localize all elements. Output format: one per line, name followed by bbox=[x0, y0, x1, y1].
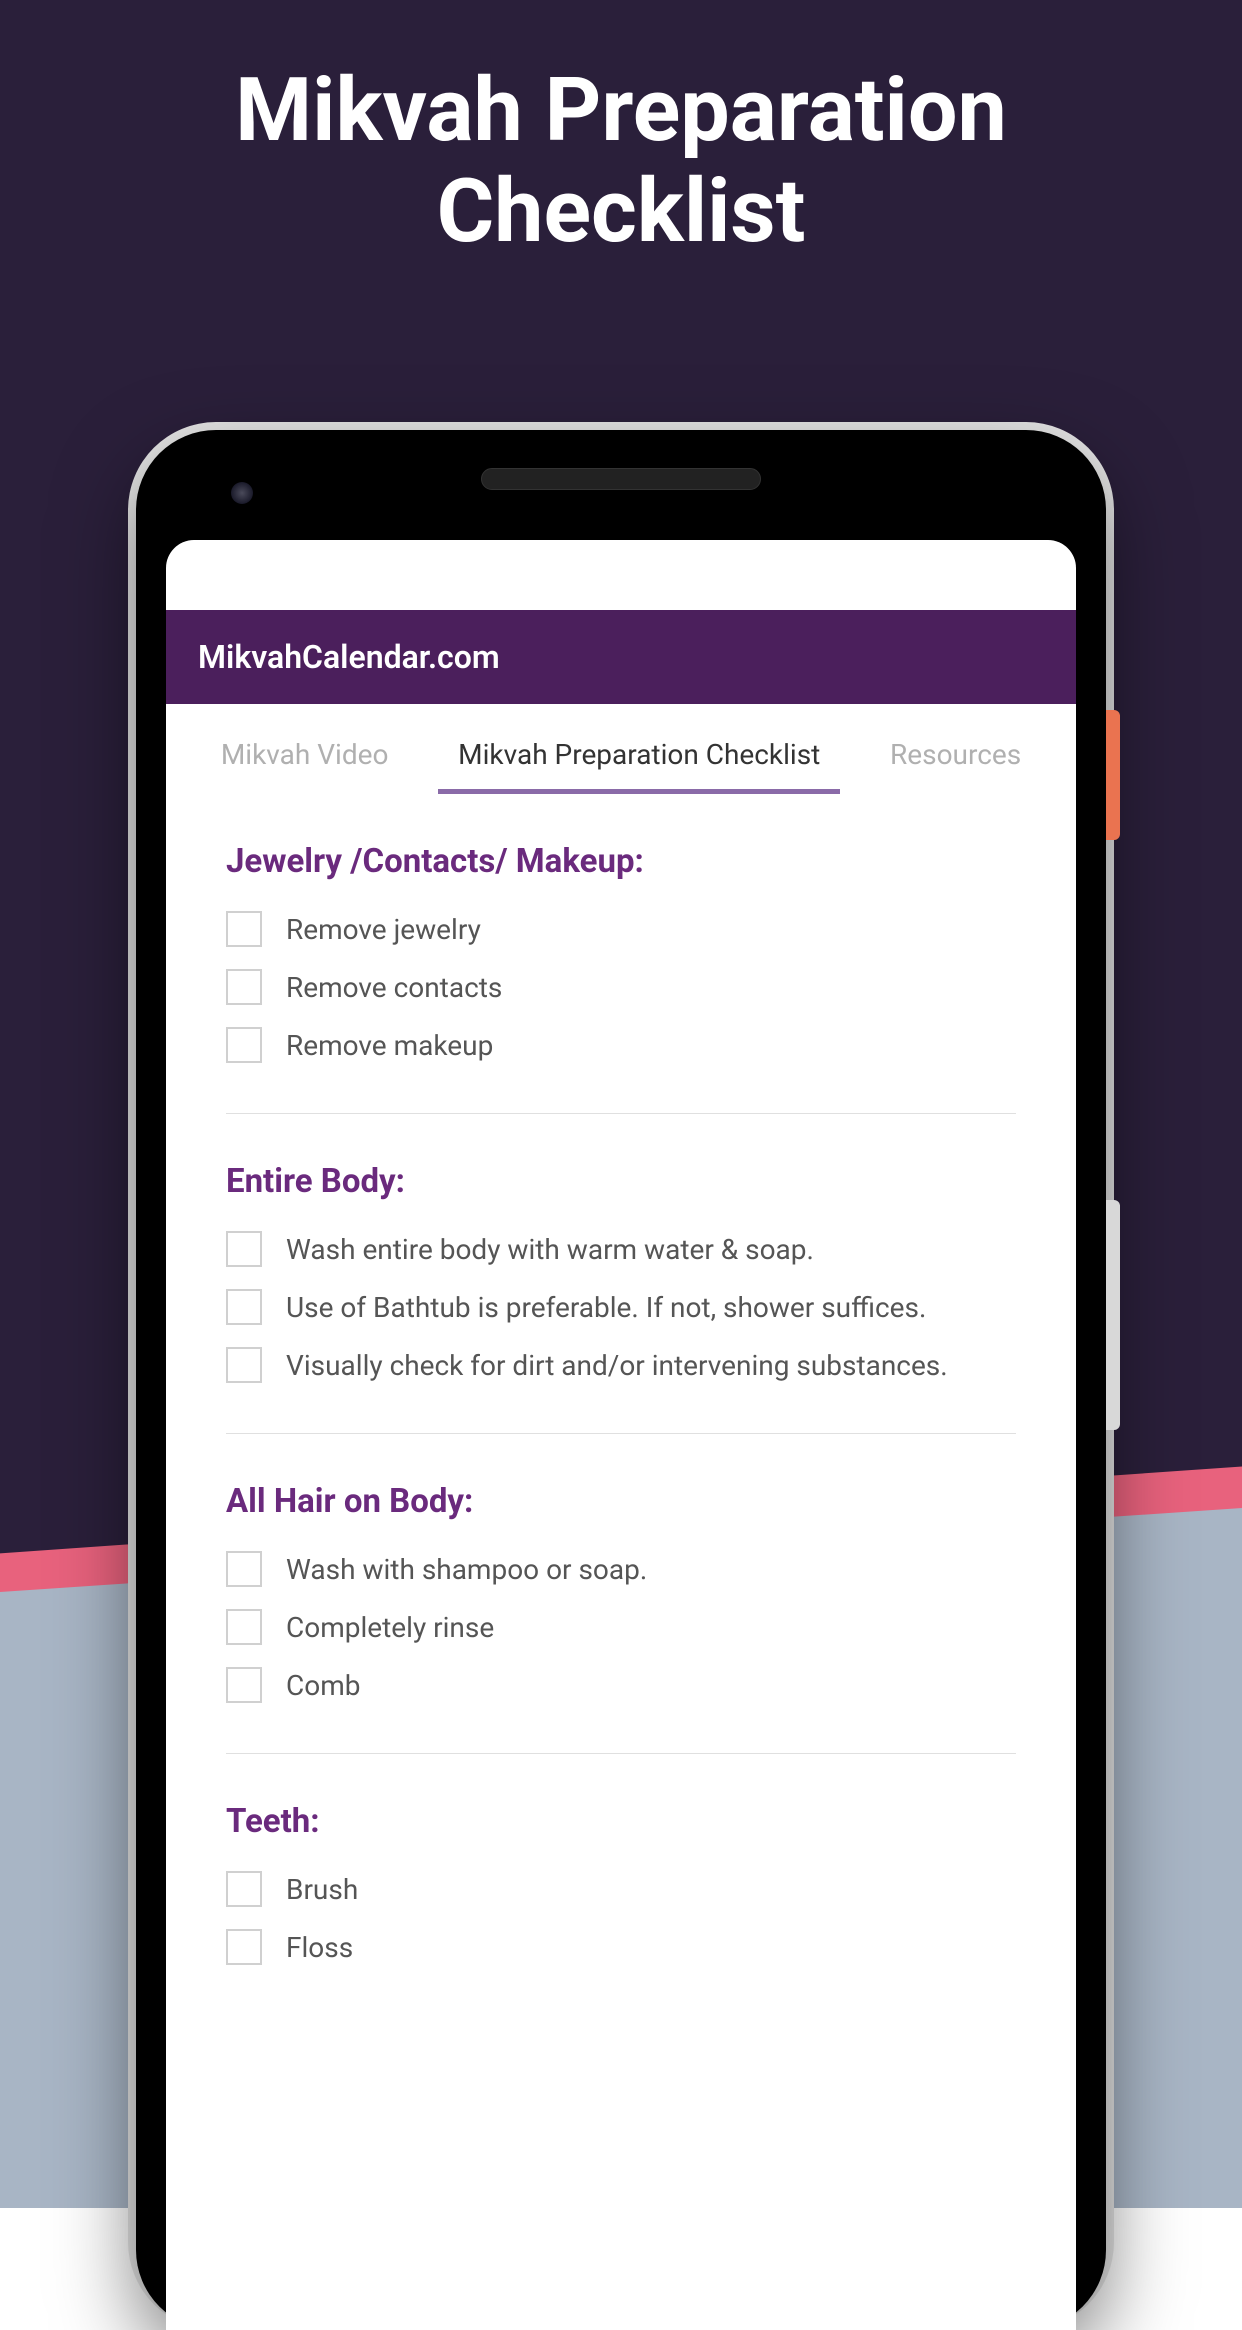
item-label: Brush bbox=[286, 1873, 358, 1906]
divider bbox=[226, 1113, 1016, 1114]
list-item: Floss bbox=[226, 1929, 1016, 1965]
list-item: Comb bbox=[226, 1667, 1016, 1703]
list-item: Wash entire body with warm water & soap. bbox=[226, 1231, 1016, 1267]
checkbox[interactable] bbox=[226, 1609, 262, 1645]
list-item: Remove contacts bbox=[226, 969, 1016, 1005]
divider bbox=[226, 1753, 1016, 1754]
phone-camera bbox=[231, 482, 253, 504]
checkbox[interactable] bbox=[226, 1871, 262, 1907]
phone-speaker bbox=[481, 468, 761, 490]
checkbox[interactable] bbox=[226, 1929, 262, 1965]
section-title-jewelry: Jewelry /Contacts/ Makeup: bbox=[226, 842, 1016, 881]
tab-mikvah-video[interactable]: Mikvah Video bbox=[211, 724, 399, 793]
phone-power-button bbox=[1106, 710, 1120, 840]
checkbox[interactable] bbox=[226, 969, 262, 1005]
checkbox[interactable] bbox=[226, 1289, 262, 1325]
checkbox[interactable] bbox=[226, 1551, 262, 1587]
list-item: Remove makeup bbox=[226, 1027, 1016, 1063]
phone-frame: MikvahCalendar.com Mikvah Video Mikvah P… bbox=[136, 430, 1106, 2330]
tab-bar: Mikvah Video Mikvah Preparation Checklis… bbox=[166, 704, 1076, 794]
list-item: Wash with shampoo or soap. bbox=[226, 1551, 1016, 1587]
section-title-body: Entire Body: bbox=[226, 1162, 1016, 1201]
checklist-content: Jewelry /Contacts/ Makeup: Remove jewelr… bbox=[166, 794, 1076, 2035]
list-item: Use of Bathtub is preferable. If not, sh… bbox=[226, 1289, 1016, 1325]
checkbox[interactable] bbox=[226, 1027, 262, 1063]
item-label: Comb bbox=[286, 1669, 360, 1702]
checkbox[interactable] bbox=[226, 1667, 262, 1703]
item-label: Remove contacts bbox=[286, 971, 502, 1004]
tab-mikvah-preparation[interactable]: Mikvah Preparation Checklist bbox=[448, 724, 830, 793]
list-item: Visually check for dirt and/or interveni… bbox=[226, 1347, 1016, 1383]
checkbox[interactable] bbox=[226, 911, 262, 947]
app-header: MikvahCalendar.com bbox=[166, 610, 1076, 704]
item-label: Use of Bathtub is preferable. If not, sh… bbox=[286, 1291, 926, 1324]
list-item: Remove jewelry bbox=[226, 911, 1016, 947]
item-label: Floss bbox=[286, 1931, 353, 1964]
item-label: Wash entire body with warm water & soap. bbox=[286, 1233, 814, 1266]
section-title-teeth: Teeth: bbox=[226, 1802, 1016, 1841]
page-title: Mikvah PreparationChecklist bbox=[0, 0, 1242, 262]
phone-screen: MikvahCalendar.com Mikvah Video Mikvah P… bbox=[166, 540, 1076, 2330]
phone-volume-button bbox=[1106, 1200, 1120, 1430]
list-item: Completely rinse bbox=[226, 1609, 1016, 1645]
item-label: Wash with shampoo or soap. bbox=[286, 1553, 647, 1586]
divider bbox=[226, 1433, 1016, 1434]
item-label: Remove makeup bbox=[286, 1029, 493, 1062]
section-title-hair: All Hair on Body: bbox=[226, 1482, 1016, 1521]
item-label: Completely rinse bbox=[286, 1611, 494, 1644]
item-label: Remove jewelry bbox=[286, 913, 481, 946]
list-item: Brush bbox=[226, 1871, 1016, 1907]
checkbox[interactable] bbox=[226, 1347, 262, 1383]
tab-resources[interactable]: Resources bbox=[880, 724, 1031, 793]
item-label: Visually check for dirt and/or interveni… bbox=[286, 1349, 948, 1382]
checkbox[interactable] bbox=[226, 1231, 262, 1267]
